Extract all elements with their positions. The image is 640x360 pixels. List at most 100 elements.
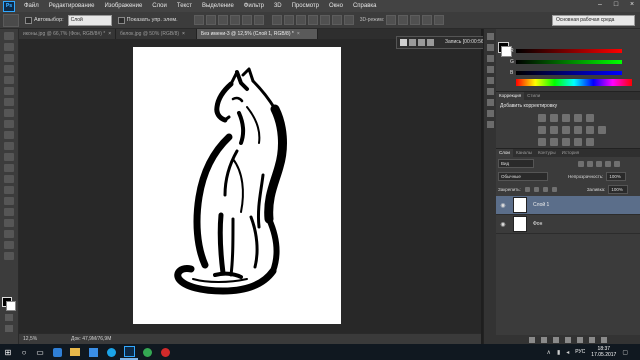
distribute-hcenter-icon[interactable] xyxy=(319,15,330,25)
channel-mixer-icon[interactable] xyxy=(586,126,594,134)
folder-icon[interactable] xyxy=(427,39,434,46)
gradient-map-icon[interactable] xyxy=(586,138,594,146)
healing-tool[interactable] xyxy=(4,98,14,106)
eye-icon[interactable]: ◉ xyxy=(499,202,507,209)
filter-shape-icon[interactable] xyxy=(605,160,611,167)
navigator-icon[interactable] xyxy=(486,121,494,128)
quick-select-tool[interactable] xyxy=(4,65,14,73)
trash-icon[interactable] xyxy=(601,337,607,343)
shape-tool[interactable] xyxy=(4,219,14,227)
tab-paths[interactable]: Контуры xyxy=(535,149,559,157)
distribute-left-icon[interactable] xyxy=(307,15,318,25)
maximize-icon[interactable]: □ xyxy=(612,1,620,9)
edge-icon[interactable] xyxy=(48,344,66,360)
menu-3d[interactable]: 3D xyxy=(269,0,287,12)
close-icon[interactable]: × xyxy=(182,31,185,37)
autoselect-select[interactable]: Слой xyxy=(67,14,112,26)
menu-layers[interactable]: Слои xyxy=(147,0,172,12)
quick-mask-icon[interactable] xyxy=(5,314,13,321)
pen-tool[interactable] xyxy=(4,186,14,194)
menu-help[interactable]: Справка xyxy=(348,0,382,12)
paragraph-icon[interactable] xyxy=(486,77,494,84)
align-left-icon[interactable] xyxy=(229,15,240,25)
group-icon[interactable] xyxy=(577,337,583,343)
posterize-icon[interactable] xyxy=(550,138,558,146)
menu-type[interactable]: Текст xyxy=(172,0,197,12)
menu-select[interactable]: Выделение xyxy=(197,0,239,12)
autoselect-checkbox[interactable] xyxy=(25,16,32,24)
brush-tool[interactable] xyxy=(4,109,14,117)
filter-smart-icon[interactable] xyxy=(614,160,620,167)
show-controls-checkbox[interactable] xyxy=(117,16,125,24)
link-icon[interactable] xyxy=(529,337,535,343)
mask-icon[interactable] xyxy=(553,337,559,343)
lock-position-icon[interactable] xyxy=(542,187,548,192)
character-icon[interactable] xyxy=(486,66,494,73)
eye-icon[interactable]: ◉ xyxy=(499,221,507,228)
marquee-tool[interactable] xyxy=(4,43,14,51)
black-white-icon[interactable] xyxy=(562,126,570,134)
levels-icon[interactable] xyxy=(550,114,558,122)
eraser-tool[interactable] xyxy=(4,142,14,150)
color-lookup-icon[interactable] xyxy=(598,126,606,134)
move-tool-icon[interactable] xyxy=(3,13,19,27)
fx-icon[interactable] xyxy=(541,337,547,343)
align-vcenter-icon[interactable] xyxy=(205,15,216,25)
3d-scale-icon[interactable] xyxy=(434,15,445,25)
filter-pixel-icon[interactable] xyxy=(578,160,584,167)
new-action-icon[interactable] xyxy=(418,39,425,46)
network-icon[interactable]: ▮ xyxy=(557,349,560,356)
layer-filter-select[interactable]: Вид xyxy=(498,159,534,168)
search-icon[interactable]: ○ xyxy=(16,344,32,360)
minimize-icon[interactable]: – xyxy=(596,1,604,9)
distribute-bottom-icon[interactable] xyxy=(295,15,306,25)
notification-icon[interactable]: ▢ xyxy=(622,349,628,356)
screen-mode-icon[interactable] xyxy=(5,325,13,332)
align-bottom-icon[interactable] xyxy=(217,15,228,25)
tab-history[interactable]: История xyxy=(559,149,582,157)
opacity-input[interactable]: 100% xyxy=(606,172,627,181)
play-icon[interactable] xyxy=(409,39,416,46)
slider-track[interactable] xyxy=(516,60,622,64)
layer-row[interactable]: ◉ Слой 1 xyxy=(496,196,640,215)
workspace-select[interactable]: Основная рабочая среда xyxy=(552,15,635,26)
store-icon[interactable] xyxy=(84,344,102,360)
slider-track[interactable] xyxy=(516,71,622,75)
threshold-icon[interactable] xyxy=(562,138,570,146)
lock-pixels-icon[interactable] xyxy=(533,187,539,192)
slider-b[interactable]: B xyxy=(510,70,622,76)
blend-mode-select[interactable]: Обычные xyxy=(498,172,548,181)
actions-icon[interactable] xyxy=(486,99,494,106)
photo-filter-icon[interactable] xyxy=(574,126,582,134)
3d-slide-icon[interactable] xyxy=(422,15,433,25)
distribute-right-icon[interactable] xyxy=(331,15,342,25)
extras-tool[interactable] xyxy=(4,252,14,260)
opera-icon[interactable] xyxy=(156,344,174,360)
menu-file[interactable]: Файл xyxy=(19,0,44,12)
close-icon[interactable]: × xyxy=(297,31,300,37)
stop-icon[interactable] xyxy=(400,39,407,46)
tab-adjustments[interactable]: Коррекция xyxy=(496,92,525,100)
menu-edit[interactable]: Редактирование xyxy=(44,0,100,12)
hue-saturation-icon[interactable] xyxy=(538,126,546,134)
distribute-vcenter-icon[interactable] xyxy=(283,15,294,25)
3d-pan-icon[interactable] xyxy=(410,15,421,25)
menu-filter[interactable]: Фильтр xyxy=(239,0,269,12)
info-icon[interactable] xyxy=(486,88,494,95)
3d-orbit-icon[interactable] xyxy=(386,15,397,25)
background-color-swatch[interactable] xyxy=(6,301,16,311)
distribute-top-icon[interactable] xyxy=(271,15,282,25)
vibrance-icon[interactable] xyxy=(586,114,594,122)
filter-adjustment-icon[interactable] xyxy=(587,160,593,167)
filter-type-icon[interactable] xyxy=(596,160,602,167)
tab-channels[interactable]: Каналы xyxy=(513,149,535,157)
history-icon[interactable] xyxy=(486,33,494,40)
slider-r[interactable]: R xyxy=(510,48,622,54)
path-select-tool[interactable] xyxy=(4,208,14,216)
new-layer-icon[interactable] xyxy=(589,337,595,343)
color-spectrum[interactable] xyxy=(516,79,632,86)
lock-transparent-icon[interactable] xyxy=(524,187,530,192)
fill-input[interactable]: 100% xyxy=(608,185,629,194)
document-canvas[interactable] xyxy=(133,47,341,324)
type-tool[interactable] xyxy=(4,197,14,205)
